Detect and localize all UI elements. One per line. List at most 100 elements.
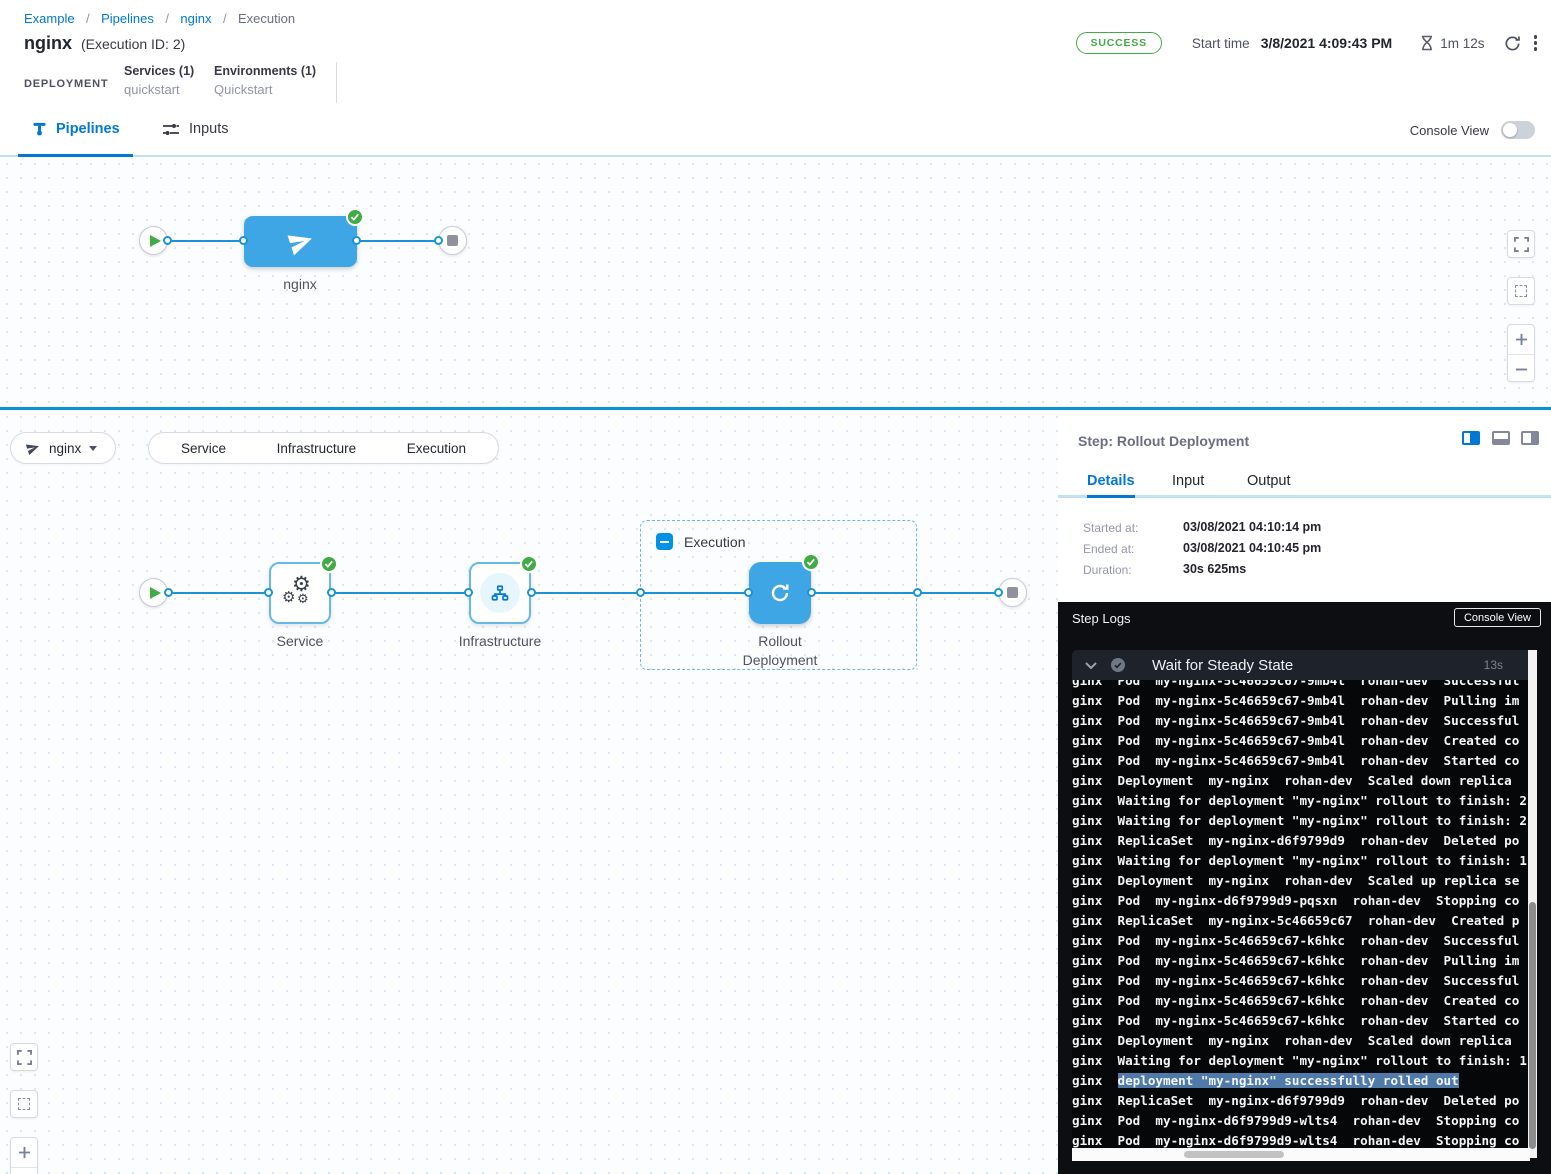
log-line: ginx Pod my-nginx-d6f9799d9-pqsxn rohan-… bbox=[1072, 891, 1530, 911]
tab-details[interactable]: Details bbox=[1087, 473, 1135, 489]
stage-node-nginx[interactable] bbox=[244, 216, 357, 267]
main-tabbar: Pipelines Inputs Console View bbox=[0, 103, 1551, 157]
details-tab-active-underline bbox=[1087, 495, 1135, 498]
pipeline-canvas[interactable]: nginx bbox=[0, 157, 1551, 407]
phase-tab-infrastructure[interactable]: Infrastructure bbox=[277, 441, 357, 456]
services-value[interactable]: quickstart bbox=[124, 82, 194, 97]
stage-canvas-selection-button[interactable] bbox=[10, 1090, 38, 1118]
duration-value: 1m 12s bbox=[1440, 36, 1484, 51]
layout-right-icon[interactable] bbox=[1521, 431, 1539, 445]
log-line: ginx Waiting for deployment "my-nginx" r… bbox=[1072, 791, 1530, 811]
step-logs-panel: Step Logs Console View Wait for Steady S… bbox=[1058, 602, 1551, 1174]
connector-line bbox=[331, 592, 469, 594]
execution-group-label: Execution bbox=[684, 534, 745, 550]
stage-canvas-fullscreen-button[interactable] bbox=[10, 1043, 38, 1071]
tab-inputs[interactable]: Inputs bbox=[162, 103, 229, 155]
layout-bottom-icon[interactable] bbox=[1492, 431, 1510, 445]
tab-input[interactable]: Input bbox=[1172, 473, 1204, 489]
breadcrumb-separator: / bbox=[165, 11, 169, 26]
environments-column: Environments (1) Quickstart bbox=[214, 64, 316, 97]
phase-tab-service[interactable]: Service bbox=[181, 441, 226, 456]
log-line: ginx Pod my-nginx-5c46659c67-k6hkc rohan… bbox=[1072, 931, 1530, 951]
connector-port bbox=[744, 588, 753, 597]
log-line: ginx Pod my-nginx-5c46659c67-9mb4l rohan… bbox=[1072, 711, 1530, 731]
stop-icon bbox=[1007, 587, 1018, 598]
log-line: ginx Pod my-nginx-5c46659c67-9mb4l rohan… bbox=[1072, 691, 1530, 711]
duration-wrap: 1m 12s bbox=[1420, 35, 1484, 51]
more-options-icon[interactable] bbox=[1534, 33, 1538, 54]
tab-output[interactable]: Output bbox=[1247, 473, 1291, 489]
connector-port bbox=[352, 236, 361, 245]
connector-port bbox=[807, 588, 816, 597]
infrastructure-icon bbox=[480, 573, 520, 613]
breadcrumb-link-pipelines[interactable]: Pipelines bbox=[101, 11, 154, 26]
stage-canvas[interactable]: nginx Service Infrastructure Execution bbox=[0, 410, 1058, 1174]
log-line: ginx Waiting for deployment "my-nginx" r… bbox=[1072, 811, 1530, 831]
field-label: Ended at: bbox=[1083, 542, 1134, 556]
breadcrumb-current: Execution bbox=[238, 11, 295, 26]
execution-id: (Execution ID: 2) bbox=[81, 36, 185, 52]
log-line: ginx Pod my-nginx-5c46659c67-k6hkc rohan… bbox=[1072, 991, 1530, 1011]
step-details-panel: Step: Rollout Deployment Details Input O… bbox=[1058, 410, 1551, 1174]
pipelines-icon bbox=[32, 121, 47, 137]
log-lines: ginx Pod my-nginx-5c46659c67-9mb4l rohan… bbox=[1072, 680, 1530, 1148]
zoom-in-button[interactable] bbox=[1508, 325, 1534, 354]
breadcrumb-link-nginx[interactable]: nginx bbox=[180, 11, 211, 26]
stage-node-label: nginx bbox=[225, 275, 375, 294]
log-section-header[interactable]: Wait for Steady State 13s bbox=[1072, 650, 1537, 680]
success-check-icon bbox=[320, 555, 338, 573]
stage-selector[interactable]: nginx bbox=[10, 432, 116, 464]
stage-selector-label: nginx bbox=[49, 441, 81, 456]
canvas-fullscreen-button[interactable] bbox=[1507, 230, 1535, 258]
tab-pipelines[interactable]: Pipelines bbox=[32, 103, 120, 155]
console-view-button[interactable]: Console View bbox=[1454, 608, 1541, 627]
step-node-service[interactable]: ⚙ ⚙ ⚙ bbox=[269, 562, 331, 624]
zoom-in-button[interactable] bbox=[11, 1138, 37, 1167]
plus-icon bbox=[18, 1146, 31, 1159]
zoom-out-button[interactable] bbox=[11, 1167, 37, 1174]
canvas-zoom-controls bbox=[1507, 324, 1535, 382]
log-line: ginx Pod my-nginx-5c46659c67-k6hkc rohan… bbox=[1072, 951, 1530, 971]
connector-port bbox=[994, 588, 1003, 597]
collapse-group-button[interactable] bbox=[656, 533, 673, 550]
deployment-label: DEPLOYMENT bbox=[24, 78, 108, 90]
step-panel-title: Step: Rollout Deployment bbox=[1078, 433, 1249, 449]
log-console[interactable]: ginx Pod my-nginx-5c46659c67-9mb4l rohan… bbox=[1072, 680, 1530, 1148]
step-success-check-icon bbox=[1110, 657, 1126, 673]
layout-split-right-icon[interactable] bbox=[1462, 431, 1480, 445]
log-line: ginx Pod my-nginx-d6f9799d9-wlts4 rohan-… bbox=[1072, 1131, 1530, 1148]
field-label: Started at: bbox=[1083, 521, 1138, 535]
connector-port bbox=[464, 588, 473, 597]
log-horizontal-scrollbar-thumb[interactable] bbox=[1184, 1151, 1284, 1158]
page-title: nginx bbox=[24, 33, 72, 54]
console-view-label: Console View bbox=[1410, 123, 1489, 138]
expand-icon bbox=[17, 1050, 32, 1065]
step-node-infrastructure[interactable] bbox=[469, 562, 531, 624]
connector-port bbox=[164, 588, 173, 597]
stage-canvas-zoom-controls bbox=[10, 1137, 38, 1174]
canvas-selection-button[interactable] bbox=[1507, 277, 1535, 305]
breadcrumb-link-example[interactable]: Example bbox=[24, 11, 75, 26]
log-horizontal-scrollbar[interactable] bbox=[1072, 1148, 1530, 1161]
log-vertical-scrollbar[interactable] bbox=[1528, 650, 1537, 1158]
execution-meta: SUCCESS Start time 3/8/2021 4:09:43 PM 1… bbox=[1076, 32, 1537, 54]
marquee-icon bbox=[1515, 285, 1527, 297]
connector-port bbox=[327, 588, 336, 597]
log-line: ginx deployment "my-nginx" successfully … bbox=[1072, 1071, 1530, 1091]
log-line: ginx Pod my-nginx-5c46659c67-9mb4l rohan… bbox=[1072, 731, 1530, 751]
log-vertical-scrollbar-thumb[interactable] bbox=[1529, 902, 1536, 1149]
log-section-duration: 13s bbox=[1484, 658, 1503, 672]
step-node-label: Service bbox=[225, 632, 375, 651]
log-line: ginx Waiting for deployment "my-nginx" r… bbox=[1072, 851, 1530, 871]
chevron-down-icon bbox=[1085, 662, 1097, 669]
success-check-icon bbox=[802, 553, 820, 571]
environments-value[interactable]: Quickstart bbox=[214, 82, 316, 97]
step-node-rollout-deployment[interactable] bbox=[749, 562, 811, 624]
phase-tab-execution[interactable]: Execution bbox=[407, 441, 466, 456]
console-view-toggle[interactable] bbox=[1501, 121, 1535, 139]
zoom-out-button[interactable] bbox=[1508, 354, 1534, 383]
connector-port bbox=[264, 588, 273, 597]
connector-port bbox=[913, 588, 922, 597]
field-value: 03/08/2021 04:10:14 pm bbox=[1183, 520, 1321, 534]
refresh-icon[interactable] bbox=[1503, 34, 1522, 53]
